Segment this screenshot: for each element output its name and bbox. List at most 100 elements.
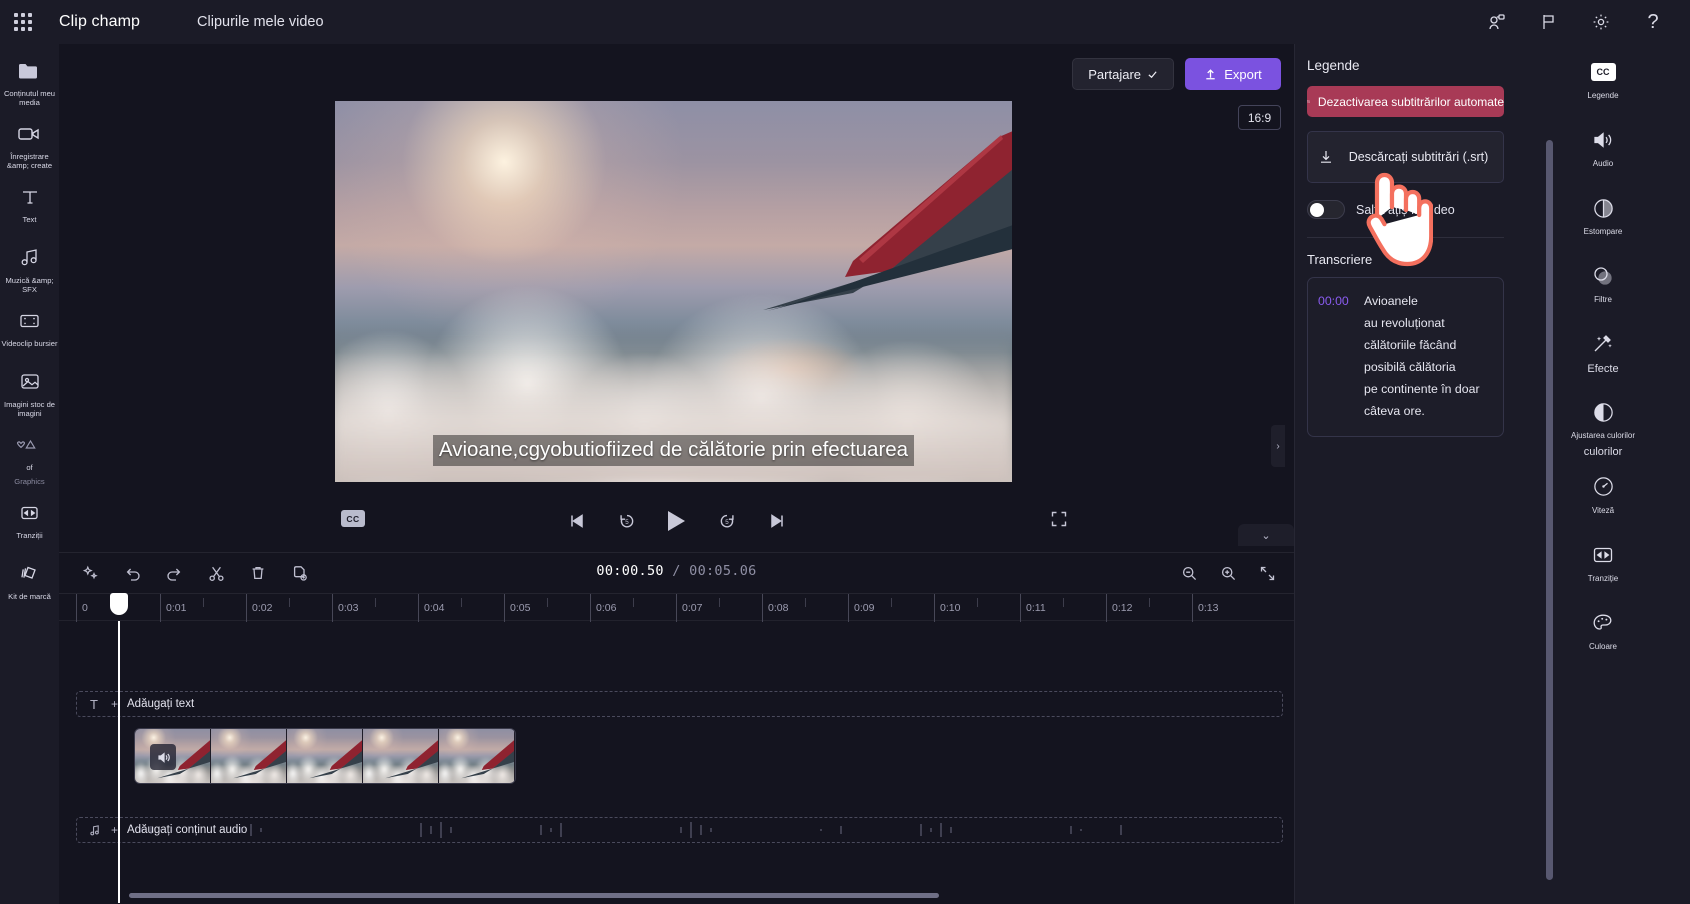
rail-item-fade[interactable]: Estompare	[1516, 188, 1690, 248]
rail-label-speed: Viteză	[1591, 505, 1615, 515]
rail-item-color-adjust[interactable]: Ajustarea culorilor culorilor	[1516, 392, 1690, 459]
video-track[interactable]	[76, 728, 1294, 784]
airplane-wing	[763, 131, 1012, 311]
transcript-line[interactable]: 00:00 Avioanele	[1318, 290, 1493, 312]
rail-item-speed[interactable]: Viteză	[1516, 467, 1690, 527]
skip-to-start-button[interactable]	[564, 508, 590, 534]
export-button[interactable]: Export	[1185, 58, 1281, 90]
ruler-tick-minor	[977, 598, 983, 607]
transcript-line[interactable]: călătoriile făcând	[1318, 334, 1493, 356]
transcript-line[interactable]: au revoluționat	[1318, 312, 1493, 334]
add-audio-plus-icon[interactable]: +	[111, 823, 118, 837]
download-srt-label: Descărcați subtitrări (.srt)	[1348, 149, 1489, 164]
sidebar-label-brand-kit: Kit de marcă	[8, 591, 51, 601]
rail-label-color: Culoare	[1588, 641, 1617, 651]
sidebar-label-music-sfx: Muzică &amp; SFX	[5, 275, 54, 295]
playhead-handle[interactable]	[110, 593, 128, 615]
effects-wand-icon	[1591, 330, 1615, 358]
add-text-plus-icon[interactable]: +	[111, 697, 118, 711]
disable-auto-captions-button[interactable]: Dezactivarea subtitrărilor automate	[1307, 86, 1504, 117]
audio-track[interactable]: + Adăugați conținut audio	[76, 817, 1294, 843]
rail-item-captions[interactable]: CC Legende	[1516, 52, 1690, 112]
video-clip[interactable]	[134, 728, 516, 784]
sidebar-label-media: Conținutul meu media	[3, 89, 56, 108]
upload-icon	[1206, 68, 1215, 79]
sidebar-item-graphics[interactable]: of Graphics	[0, 428, 59, 487]
aspect-ratio-button[interactable]: 16:9	[1238, 105, 1281, 130]
sidebar-item-media[interactable]: Conținutul meu media	[0, 54, 59, 108]
app-launcher-icon[interactable]	[0, 13, 46, 31]
rail-label-color-adjust: Ajustarea culorilor	[1570, 431, 1636, 440]
forward-5s-button[interactable]: 5	[714, 508, 740, 534]
sidebar-item-text[interactable]: Text	[0, 180, 59, 232]
rail-item-audio[interactable]: Audio	[1516, 120, 1690, 180]
music-note-icon	[18, 245, 42, 271]
burn-in-captions-row[interactable]: Saltă ațiș în video	[1307, 200, 1504, 219]
properties-rail: CC Legende Audio Estompare Filtre Efecte…	[1516, 44, 1690, 904]
text-track[interactable]: T + Adăugați text	[76, 691, 1294, 717]
transcript-line[interactable]: posibilă călătoria	[1318, 356, 1493, 378]
sidebar-item-stock-images[interactable]: Imagini stoc de imagini	[0, 365, 59, 419]
video-preview[interactable]: Avioane,cgyobutiofiized de călătorie pri…	[335, 101, 1012, 482]
sidebar-item-transitions[interactable]: Tranziții	[0, 496, 59, 548]
flag-feedback-icon[interactable]	[1538, 11, 1560, 33]
skip-to-end-button[interactable]	[764, 508, 790, 534]
sidebar-item-stock-video[interactable]: Videoclip bursier	[0, 304, 59, 356]
cloud-haze	[335, 337, 1012, 482]
collapse-preview-button[interactable]: ⌄	[1238, 524, 1294, 546]
rewind-5s-button[interactable]: 5	[614, 508, 640, 534]
ruler-tick-minor	[547, 598, 553, 607]
project-name[interactable]: Clipurile mele video	[197, 14, 324, 30]
ruler-tick: 0:08	[762, 594, 788, 622]
transcript-text: călătoriile făcând	[1364, 338, 1457, 352]
fullscreen-icon[interactable]	[1050, 510, 1068, 528]
preview-stage: Partajare Export 16:9 Avioane,cgyobutiof…	[59, 44, 1294, 552]
svg-text:5: 5	[725, 519, 729, 526]
transcript-line[interactable]: câteva ore.	[1318, 400, 1493, 422]
disable-auto-captions-label: Dezactivarea subtitrărilor automate	[1317, 94, 1504, 109]
ruler-tick-minor	[375, 598, 381, 607]
timeline-toolbar: 00:00.50 / 00:05.06	[59, 553, 1294, 593]
speaker-icon	[1591, 126, 1615, 154]
speaker-icon[interactable]	[150, 744, 176, 770]
ruler-tick-minor	[891, 598, 897, 607]
add-text-track-row[interactable]: T + Adăugați text	[76, 691, 1283, 717]
palette-icon	[1591, 609, 1615, 637]
total-time: 00:05.06	[689, 563, 757, 579]
rail-item-effects[interactable]: Efecte	[1516, 324, 1690, 384]
sidebar-item-music-sfx[interactable]: Muzică &amp; SFX	[0, 241, 59, 295]
timeline-horizontal-scrollbar[interactable]	[129, 893, 939, 898]
timeline-ruler[interactable]: 0 0:01 0:02 0:03 0:04 0:05 0:06 0:07 0:0…	[59, 593, 1294, 622]
burn-in-captions-toggle[interactable]	[1307, 200, 1345, 219]
transcript-time	[1318, 334, 1358, 356]
brand-kit-icon	[18, 561, 42, 587]
transcript-text: au revoluționat	[1364, 316, 1445, 330]
captions-panel: Legende Dezactivarea subtitrărilor autom…	[1294, 44, 1516, 904]
share-button[interactable]: Partajare	[1072, 58, 1174, 90]
download-srt-button[interactable]: Descărcați subtitrări (.srt)	[1307, 131, 1504, 183]
ruler-tick-minor	[289, 598, 295, 607]
playhead[interactable]	[118, 621, 120, 903]
sidebar-item-brand-kit[interactable]: Kit de marcă	[0, 557, 59, 609]
play-button[interactable]	[664, 508, 690, 534]
help-question-icon[interactable]: ?	[1642, 11, 1664, 33]
sidebar-item-record-create[interactable]: Înregistrare &amp; create	[0, 117, 59, 171]
properties-rail-scrollbar[interactable]	[1546, 140, 1553, 880]
rail-item-color[interactable]: Culoare	[1516, 603, 1690, 663]
transcript-line[interactable]: pe continente în doar	[1318, 378, 1493, 400]
panel-title: Legende	[1307, 58, 1360, 73]
settings-gear-icon[interactable]	[1590, 11, 1612, 33]
rail-item-filters[interactable]: Filtre	[1516, 256, 1690, 316]
share-person-icon[interactable]	[1486, 11, 1508, 33]
panel-expand-arrow[interactable]: ›	[1271, 425, 1285, 467]
transcript-text: Avioanele	[1364, 294, 1418, 308]
ruler-tick: 0	[76, 594, 88, 622]
transcript-time	[1318, 356, 1358, 378]
transcription-box[interactable]: 00:00 Avioanele au revoluționat călători…	[1307, 277, 1504, 437]
transcript-time	[1318, 400, 1358, 422]
add-audio-track-row[interactable]: + Adăugați conținut audio	[76, 817, 1283, 843]
captions-off-icon	[1307, 100, 1310, 103]
rail-label-fade: Estompare	[1583, 227, 1623, 236]
rail-item-transition[interactable]: Tranziție	[1516, 535, 1690, 595]
top-bar: Clip champ Clipurile mele video ?	[0, 0, 1690, 44]
